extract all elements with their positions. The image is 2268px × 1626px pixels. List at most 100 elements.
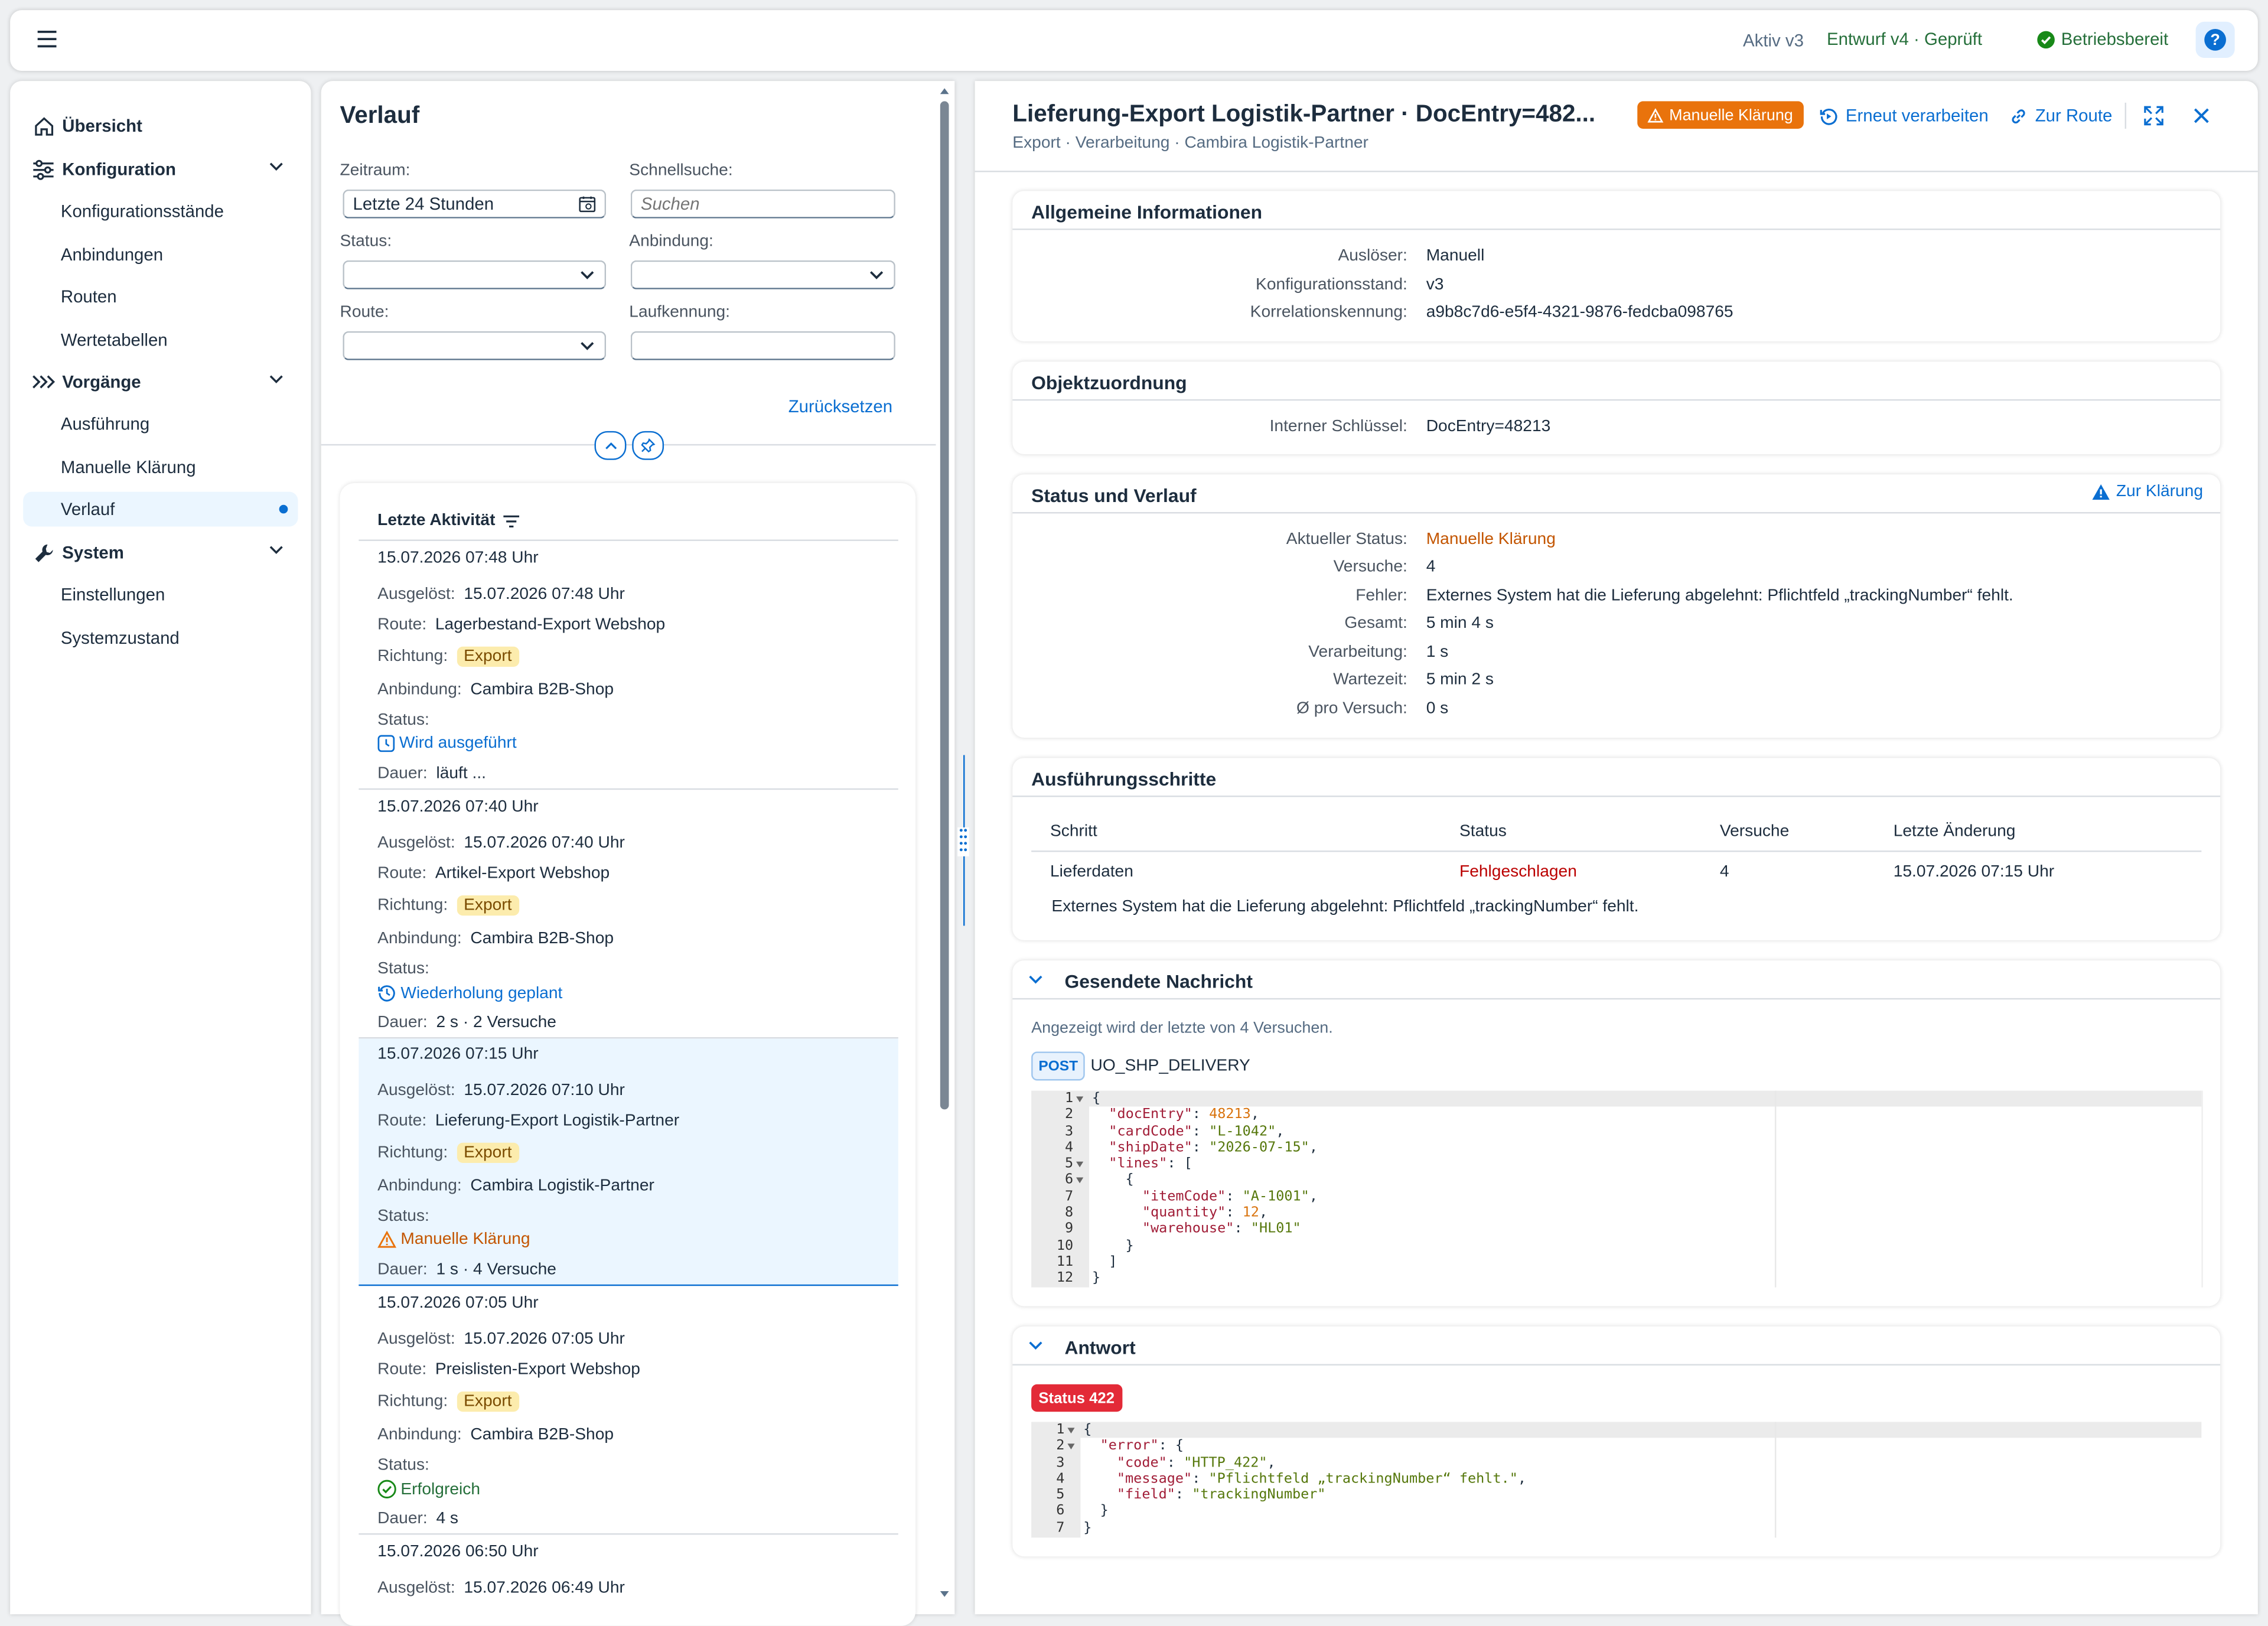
fullscreen-icon[interactable] [2143,106,2163,126]
col-last-change[interactable]: Letzte Änderung [1894,823,2016,840]
item-route: Route: Preislisten-Export Webshop [377,1361,640,1379]
section-title: Objektzuordnung [1031,372,1187,394]
nav-overview[interactable]: Übersicht [23,109,298,144]
nav-processes[interactable]: Vorgänge [23,364,298,399]
section-title: Allgemeine Informationen [1031,201,1263,223]
chevron-down-icon [869,271,884,281]
direction-badge: Export [456,1142,519,1164]
refresh-icon [1820,107,1837,125]
pin-header-button[interactable] [632,431,664,460]
item-time: 15.07.2026 06:50 Uhr [377,1543,539,1561]
period-field[interactable]: Letzte 24 Stunden [343,189,607,219]
nav-system-health[interactable]: Systemzustand [23,621,298,656]
section-divider [1012,795,2221,797]
fold-arrow-icon[interactable] [1076,1161,1084,1168]
list-header[interactable]: Letzte Aktivität [377,512,520,529]
fold-arrow-icon[interactable] [1076,1177,1084,1184]
link-icon [2012,109,2025,123]
list-item[interactable]: 15.07.2026 07:48 Uhr Ausgelöst: 15.07.202… [359,541,898,790]
scroll-up-arrow-icon[interactable] [939,87,950,96]
response-section: Antwort Status 422 1234567 { "error": { … [1012,1326,2221,1557]
nav-connections[interactable]: Anbindungen [23,237,298,272]
item-direction: Richtung: Export [377,895,519,916]
item-time: 15.07.2026 07:15 Uhr [377,1045,539,1064]
list-item[interactable]: 15.07.2026 06:50 Uhr Ausgelöst: 15.07.202… [359,1534,898,1604]
sent-message-section: Gesendete Nachricht Angezeigt wird der l… [1012,960,2221,1306]
reprocess-button[interactable]: Erneut verarbeiten [1820,106,1989,126]
nav-config-states[interactable]: Konfigurationsstände [23,194,298,229]
scroll-down-arrow-icon[interactable] [939,1590,950,1599]
close-icon[interactable] [2193,107,2210,124]
list-item[interactable]: 15.07.2026 07:40 Uhr Ausgelöst: 15.07.202… [359,790,898,1039]
section-divider [1012,511,2221,514]
item-triggered: Ausgelöst: 15.07.2026 07:05 Uhr [377,1331,625,1348]
fold-arrow-icon[interactable] [1076,1096,1084,1103]
nav-history[interactable]: Verlauf [23,491,298,527]
scrollbar-thumb[interactable] [940,101,949,1110]
line-numbers: 1234567 [1056,1422,1065,1536]
chevron-down-icon[interactable] [1028,975,1042,985]
chevron-down-icon [580,271,594,281]
quicksearch-input[interactable] [630,189,895,219]
nav-system[interactable]: System [23,535,298,570]
code-editor-response[interactable]: 1234567 { "error": { "code": "HTTP_422",… [1031,1422,2202,1538]
nav-settings[interactable]: Einstellungen [23,577,298,612]
route-select[interactable] [343,331,607,360]
wrench-icon [30,542,56,563]
item-status: Manuelle Klärung [377,1231,530,1249]
chevron-up-icon [604,442,616,449]
step-error-message: Externes System hat die Lieferung abgele… [1051,898,1639,916]
list-item[interactable]: 15.07.2026 07:05 Uhr Ausgelöst: 15.07.202… [359,1286,898,1535]
connection-select[interactable] [630,260,895,289]
splitter-handle[interactable] [957,827,969,856]
status-select[interactable] [343,260,607,289]
col-step[interactable]: Schritt [1050,823,1097,840]
check-circle-icon [377,1480,396,1498]
draft-version[interactable]: Entwurf v4 · Geprüft [1827,29,1982,49]
section-title[interactable]: Gesendete Nachricht [1064,970,1252,992]
item-time: 15.07.2026 07:40 Uhr [377,798,539,816]
section-title[interactable]: Antwort [1064,1337,1135,1358]
nav-manual-clarification[interactable]: Manuelle Klärung [23,450,298,485]
menu-icon[interactable] [36,29,58,49]
calendar-icon[interactable] [579,195,596,213]
col-status[interactable]: Status [1459,823,1507,840]
item-connection: Anbindung: Cambira Logistik-Partner [377,1177,654,1195]
warning-icon [377,1231,397,1248]
check-circle-icon [2037,30,2055,48]
chevron-down-icon [269,162,284,172]
table-header-divider [1031,851,2202,852]
help-button[interactable]: ? [2195,21,2235,58]
readiness-status: Betriebsbereit [2036,29,2168,49]
run-id-input[interactable] [630,331,895,360]
process-arrows-icon [30,373,56,390]
list-scrollbar[interactable] [939,87,950,1598]
list-item-selected[interactable]: 15.07.2026 07:15 Uhr Ausgelöst: 15.07.202… [359,1038,898,1286]
filter-divider [321,444,936,446]
connection-label: Anbindung: [629,233,713,250]
reset-button[interactable]: Zurücksetzen [788,396,892,416]
to-clarification-link[interactable]: Zur Klärung [2091,483,2203,500]
fold-arrow-icon[interactable] [1067,1443,1075,1449]
sort-icon [504,514,520,527]
item-status-label: Status: [377,711,429,729]
warning-icon [1647,107,1664,122]
nav-configuration[interactable]: Konfiguration [23,152,298,187]
code-editor-request[interactable]: 1 2 3 4 5 6 7 8 9 10 11 12 { "docEntry": 48213, "ca… [1031,1090,2203,1288]
fold-arrow-icon[interactable] [1067,1428,1075,1434]
object-mapping-section: Objektzuordnung Interner Schlüssel: DocEn… [1012,361,2221,455]
nav-value-tables[interactable]: Wertetabellen [23,322,298,357]
item-duration: Dauer: 2 s · 2 Versuche [377,1014,556,1032]
route-label: Route: [340,304,389,321]
nav-routes[interactable]: Routen [23,279,298,314]
collapse-header-button[interactable] [594,431,627,460]
chevron-down-icon[interactable] [1028,1341,1042,1351]
step-attempts: 4 [1719,863,1729,881]
quicksearch-label: Schnellsuche: [629,162,733,180]
step-last-change: 15.07.2026 07:15 Uhr [1893,863,2055,881]
pin-icon [641,438,656,453]
item-triggered: Ausgelöst: 15.07.2026 06:49 Uhr [377,1579,625,1597]
nav-execution[interactable]: Ausführung [23,406,298,441]
to-route-button[interactable]: Zur Route [2009,106,2112,126]
col-attempts[interactable]: Versuche [1720,823,1789,840]
